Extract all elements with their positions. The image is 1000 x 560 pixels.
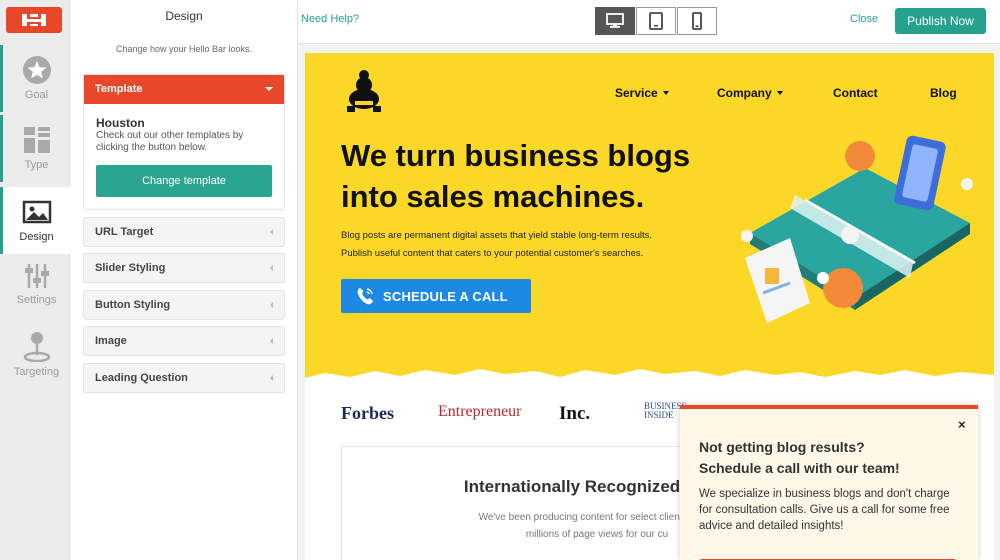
hero-headline: We turn business blogs into sales machin… bbox=[341, 138, 691, 214]
layout-icon bbox=[23, 127, 50, 153]
rail-label-design: Design bbox=[19, 231, 54, 243]
rail-item-type[interactable]: Type bbox=[0, 115, 70, 182]
section-url-target[interactable]: URL Target bbox=[83, 217, 285, 247]
chevron-down-icon bbox=[776, 91, 783, 95]
mobile-view-button[interactable] bbox=[677, 7, 717, 35]
sliders-icon bbox=[24, 264, 49, 288]
hero-paragraph: Blog posts are permanent digital assets … bbox=[341, 227, 721, 263]
template-name: Houston bbox=[96, 116, 145, 130]
section-slider-styling[interactable]: Slider Styling bbox=[83, 253, 285, 283]
press-logo-entrepreneur: Entrepreneur bbox=[438, 403, 522, 421]
sumo-logo-icon bbox=[347, 70, 381, 112]
rail-item-goal[interactable]: Goal bbox=[0, 45, 70, 112]
pin-icon bbox=[23, 332, 50, 362]
template-header-label: Template bbox=[95, 83, 143, 95]
template-description: Check out our other templates by clickin… bbox=[96, 130, 244, 153]
section-leading-question[interactable]: Leading Question bbox=[83, 363, 285, 393]
hero-section: Service Company Contact Blog We turn bus… bbox=[305, 53, 994, 378]
popup-heading-line: Schedule a call with our team! bbox=[699, 460, 900, 476]
phone-icon bbox=[357, 288, 373, 305]
chevron-left-icon bbox=[270, 265, 273, 271]
hellobar-popup: × Not getting blog results? Schedule a c… bbox=[680, 405, 978, 560]
schedule-call-button[interactable]: SCHEDULE A CALL bbox=[341, 279, 531, 313]
chevron-left-icon bbox=[270, 229, 273, 235]
section-button-styling[interactable]: Button Styling bbox=[83, 290, 285, 320]
popup-heading-line: Not getting blog results? bbox=[699, 439, 865, 455]
tablet-view-button[interactable] bbox=[636, 7, 676, 35]
change-template-button[interactable]: Change template bbox=[96, 165, 272, 197]
top-bar: Need Help? Close Publish Now bbox=[298, 0, 1000, 44]
press-logo-forbes: Forbes bbox=[341, 403, 394, 424]
image-icon bbox=[22, 200, 51, 224]
section-label: Slider Styling bbox=[95, 262, 166, 274]
rail-item-design[interactable]: Design bbox=[0, 187, 70, 254]
section-label: Image bbox=[95, 335, 127, 347]
forbes-wordmark: Forbes bbox=[341, 403, 394, 423]
hero-paragraph-line: Blog posts are permanent digital assets … bbox=[341, 230, 653, 241]
nav-label: Company bbox=[717, 86, 772, 100]
entrepreneur-wordmark: Entrepreneur bbox=[438, 403, 522, 420]
panel-subtitle: Change how your Hello Bar looks. bbox=[115, 44, 253, 54]
rail-label-targeting: Targeting bbox=[13, 366, 60, 378]
template-header[interactable]: Template bbox=[84, 75, 284, 104]
nav-service[interactable]: Service bbox=[615, 86, 669, 100]
cta-label: SCHEDULE A CALL bbox=[383, 288, 508, 304]
rail-label-type: Type bbox=[24, 159, 49, 171]
nav-company[interactable]: Company bbox=[717, 86, 783, 100]
hero-paragraph-line: Publish useful content that caters to yo… bbox=[341, 248, 644, 259]
publish-now-button[interactable]: Publish Now bbox=[895, 8, 986, 34]
nav-label: Service bbox=[615, 86, 658, 100]
popup-body: We specialize in business blogs and don'… bbox=[699, 488, 950, 532]
rail-label-goal: Goal bbox=[24, 89, 49, 101]
section-label: Button Styling bbox=[95, 299, 171, 311]
mobile-icon bbox=[692, 12, 702, 30]
need-help-link[interactable]: Need Help? bbox=[301, 13, 359, 25]
close-icon[interactable]: × bbox=[958, 417, 966, 432]
torn-paper-edge bbox=[305, 369, 994, 391]
press-logo-inc: Inc. bbox=[559, 403, 590, 425]
chevron-left-icon bbox=[270, 338, 273, 344]
star-icon bbox=[22, 56, 51, 84]
chevron-down-icon bbox=[662, 91, 669, 95]
chevron-down-icon bbox=[265, 87, 273, 91]
chevron-left-icon bbox=[270, 302, 273, 308]
desktop-icon bbox=[606, 13, 624, 28]
rail-label-settings: Settings bbox=[16, 294, 57, 306]
left-nav-rail: Goal Type Design Settings Targeting bbox=[0, 0, 70, 560]
desktop-view-button[interactable] bbox=[595, 7, 635, 35]
tablet-icon bbox=[649, 12, 663, 30]
inc-wordmark: Inc. bbox=[559, 403, 591, 424]
close-link[interactable]: Close bbox=[850, 13, 878, 25]
ping-pong-illustration bbox=[741, 135, 973, 323]
nav-blog[interactable]: Blog bbox=[930, 86, 957, 100]
design-panel: Design Change how your Hello Bar looks. … bbox=[70, 0, 298, 560]
chevron-left-icon bbox=[270, 375, 273, 381]
nav-contact[interactable]: Contact bbox=[833, 86, 878, 100]
hellobar-logo-icon[interactable] bbox=[6, 7, 62, 33]
section-label: URL Target bbox=[95, 226, 154, 238]
section-label: Leading Question bbox=[95, 372, 188, 384]
panel-title: Design bbox=[165, 9, 203, 23]
rail-item-targeting[interactable]: Targeting bbox=[0, 322, 70, 389]
rail-item-settings[interactable]: Settings bbox=[0, 254, 70, 321]
popup-heading: Not getting blog results? Schedule a cal… bbox=[699, 437, 959, 479]
section-image[interactable]: Image bbox=[83, 326, 285, 356]
template-section: Template Houston Check out our other tem… bbox=[83, 74, 285, 210]
